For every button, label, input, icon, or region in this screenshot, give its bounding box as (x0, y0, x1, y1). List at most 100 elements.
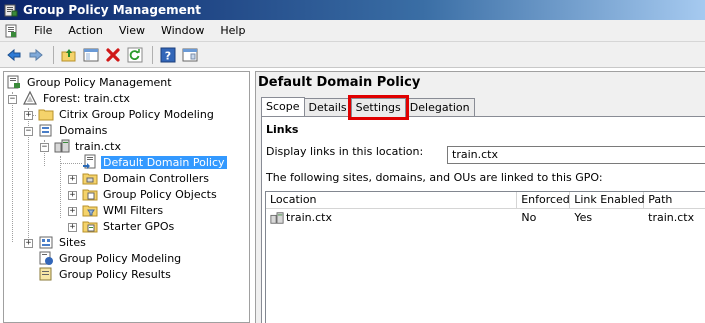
policy-title: Default Domain Policy (258, 75, 421, 90)
scope-tab-panel: Links Display links in this location: tr… (261, 116, 705, 323)
tree-label: Domains (59, 123, 108, 137)
tree-item-domains[interactable]: Domains (38, 122, 109, 138)
tree-item-group-policy-objects[interactable]: Group Policy Objects (82, 186, 219, 202)
forward-icon (29, 48, 43, 61)
tree-label: Sites (59, 235, 86, 249)
system-menu-icon[interactable] (4, 24, 18, 38)
tree-label: train.ctx (75, 139, 121, 153)
tree-label: Starter GPOs (103, 219, 175, 233)
menu-help[interactable]: Help (212, 24, 253, 37)
help-button[interactable]: ? (158, 45, 178, 65)
expand-starter-toggle[interactable]: + (68, 223, 77, 232)
detail-pane: Default Domain Policy Scope Details Sett… (255, 71, 705, 323)
menu-file[interactable]: File (26, 24, 60, 37)
tree-item-gp-modeling[interactable]: Group Policy Modeling (38, 250, 183, 266)
collapse-forest-toggle[interactable]: − (8, 95, 17, 104)
starter-folder-icon (82, 221, 98, 233)
tree-label: Group Policy Modeling (59, 251, 182, 265)
cell-link-enabled: Yes (574, 210, 593, 224)
menu-view[interactable]: View (111, 24, 153, 37)
domain-icon (270, 211, 284, 224)
cell-enforced: No (521, 210, 537, 224)
up-folder-icon (61, 48, 76, 61)
tree-item-wmi-filters[interactable]: WMI Filters (82, 202, 165, 218)
tab-details[interactable]: Details (303, 98, 352, 117)
links-table-header: Location Enforced Link Enabled Path (266, 192, 705, 209)
linked-ous-description: The following sites, domains, and OUs ar… (266, 171, 603, 184)
show-hide-tree-button[interactable] (81, 45, 101, 65)
tree-item-citrix-modeling[interactable]: Citrix Group Policy Modeling (38, 106, 216, 122)
menu-action[interactable]: Action (60, 24, 110, 37)
tree-item-gp-results[interactable]: Group Policy Results (38, 266, 173, 282)
tree-item-domain[interactable]: train.ctx (54, 138, 123, 154)
gpo-folder-icon (82, 189, 98, 201)
properties-button[interactable] (180, 45, 200, 65)
tree-label: Domain Controllers (103, 171, 210, 185)
toolbar-separator (152, 45, 153, 64)
tree-label: Group Policy Results (59, 267, 171, 281)
forest-icon (23, 90, 37, 105)
wmi-folder-icon (82, 205, 98, 217)
modeling-icon (39, 251, 53, 265)
tree-line (60, 163, 82, 164)
show-hide-tree-icon (83, 48, 99, 61)
tree-item-domain-controllers[interactable]: Domain Controllers (82, 170, 211, 186)
window-title: Group Policy Management (23, 3, 202, 17)
tab-delegation[interactable]: Delegation (404, 98, 475, 117)
tab-scope[interactable]: Scope (261, 97, 305, 117)
gpm-console-icon (7, 75, 20, 89)
refresh-icon (127, 47, 143, 62)
tree-line (12, 92, 13, 242)
links-table[interactable]: Location Enforced Link Enabled Path trai… (265, 191, 705, 323)
tree-item-sites[interactable]: Sites (38, 234, 88, 250)
expand-citrix-toggle[interactable]: + (24, 111, 33, 120)
table-row[interactable]: train.ctx No Yes train.ctx (266, 209, 705, 226)
forward-button[interactable] (26, 45, 46, 65)
domain-icon (54, 139, 70, 153)
column-header-location[interactable]: Location (266, 192, 518, 209)
tree-item-starter-gpos[interactable]: Starter GPOs (82, 218, 176, 234)
tree-root[interactable]: Group Policy Management (6, 74, 174, 90)
expand-gpo-toggle[interactable]: + (68, 191, 77, 200)
tree-label: WMI Filters (103, 203, 164, 217)
title-bar: Group Policy Management (0, 0, 705, 20)
tree-label: Group Policy Management (27, 75, 172, 89)
svg-text:?: ? (165, 49, 171, 62)
back-button[interactable] (4, 45, 24, 65)
column-header-enforced[interactable]: Enforced (517, 192, 571, 209)
toolbar: ? (0, 42, 705, 68)
toolbar-separator (53, 45, 54, 64)
collapse-domain-toggle[interactable]: − (40, 143, 49, 152)
tree-label: Citrix Group Policy Modeling (59, 107, 214, 121)
links-heading: Links (266, 123, 299, 136)
up-folder-button[interactable] (59, 45, 79, 65)
column-header-link-enabled[interactable]: Link Enabled (570, 192, 645, 209)
expand-wmi-toggle[interactable]: + (68, 207, 77, 216)
tab-settings[interactable]: Settings (347, 95, 409, 120)
delete-button[interactable] (103, 45, 123, 65)
gpo-link-icon (83, 154, 96, 169)
ou-folder-icon (82, 173, 98, 185)
tree-label: Default Domain Policy (101, 155, 227, 169)
console-tree[interactable]: Group Policy Management − Forest: train.… (3, 71, 250, 323)
tree-label: Forest: train.ctx (43, 91, 130, 105)
tree-label: Group Policy Objects (103, 187, 217, 201)
properties-icon (182, 48, 198, 61)
display-links-location-field[interactable]: train.ctx (447, 146, 705, 164)
cell-path: train.ctx (648, 210, 695, 224)
collapse-domains-toggle[interactable]: − (24, 127, 33, 136)
refresh-button[interactable] (125, 45, 145, 65)
results-icon (39, 267, 52, 281)
location-value: train.ctx (286, 210, 332, 224)
back-icon (7, 48, 21, 61)
expand-domain-controllers-toggle[interactable]: + (68, 175, 77, 184)
gpm-app-icon (4, 4, 18, 17)
tab-strip: Scope Details Settings Delegation (261, 95, 475, 120)
tree-item-default-domain-policy[interactable]: Default Domain Policy (82, 154, 227, 170)
expand-sites-toggle[interactable]: + (24, 239, 33, 248)
help-icon: ? (160, 47, 176, 62)
tree-item-forest[interactable]: Forest: train.ctx (22, 90, 132, 106)
menu-window[interactable]: Window (153, 24, 212, 37)
delete-icon (106, 47, 120, 62)
column-header-path[interactable]: Path (644, 192, 705, 209)
